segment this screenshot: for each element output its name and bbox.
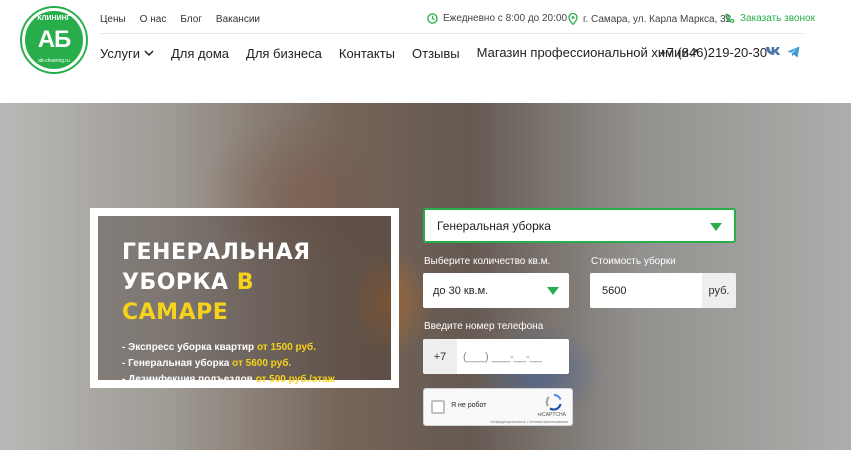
top-nav-blog[interactable]: Блог	[180, 14, 202, 25]
promo-item-text: - Генеральная уборка	[122, 358, 233, 369]
area-select[interactable]: до 30 кв.м.	[423, 273, 569, 308]
nav-services-label: Услуги	[100, 45, 140, 61]
site-logo[interactable]: КЛИНИНГ АБ ab-cleaning.ru	[22, 8, 86, 72]
promo-item-text: - Дезинфекция подъездов	[122, 374, 256, 385]
promo-item-price: от 500 руб./этаж	[255, 374, 335, 385]
recaptcha-icon	[545, 393, 562, 411]
top-nav-prices[interactable]: Цены	[100, 14, 126, 25]
callback-text: Заказать звонок	[740, 13, 815, 24]
promo-item-text: - Экспресс уборка квартир	[122, 342, 257, 353]
area-label: Выберите количество кв.м.	[424, 256, 551, 267]
vk-link[interactable]	[765, 46, 781, 56]
dropdown-arrow-icon	[710, 223, 722, 231]
hero-banner: ГЕНЕРАЛЬНАЯ УБОРКА В САМАРЕ - Экспресс у…	[0, 103, 851, 450]
address-text: г. Самара, ул. Карла Маркса, 32	[583, 13, 732, 25]
promo-box: ГЕНЕРАЛЬНАЯ УБОРКА В САМАРЕ - Экспресс у…	[90, 208, 399, 388]
recaptcha-brand: reCAPTCHA	[537, 412, 566, 418]
recaptcha-label: Я не робот	[451, 402, 487, 409]
map-pin-icon	[568, 13, 578, 25]
promo-list: - Экспресс уборка квартир от 1500 руб. -…	[122, 340, 367, 388]
promo-item: - Экспресс уборка квартир от 1500 руб.	[122, 340, 367, 356]
phone-placeholder: (___) ___-__-__	[463, 350, 542, 363]
promo-title-line1: ГЕНЕРАЛЬНАЯ	[122, 240, 311, 265]
cost-label: Стоимость уборки	[591, 256, 676, 267]
site-header: КЛИНИНГ АБ ab-cleaning.ru Цены О нас Бло…	[0, 0, 851, 103]
nav-contacts[interactable]: Контакты	[339, 46, 395, 61]
top-nav: Цены О нас Блог Вакансии	[100, 14, 260, 25]
recaptcha-checkbox[interactable]	[431, 400, 445, 414]
phone-label: Введите номер телефона	[424, 321, 544, 332]
nav-reviews[interactable]: Отзывы	[412, 46, 460, 61]
header-phone[interactable]: +7 (846)219-20-30	[659, 45, 767, 60]
working-hours: Ежедневно с 8:00 до 20:00	[427, 13, 567, 24]
service-select[interactable]: Генеральная уборка	[423, 208, 736, 243]
logo-arc-bottom-text: ab-cleaning.ru	[38, 58, 70, 64]
top-nav-vacancies[interactable]: Вакансии	[216, 14, 260, 25]
logo-arc-top-text: КЛИНИНГ	[37, 15, 71, 22]
vk-icon	[766, 47, 780, 55]
callback-link[interactable]: Заказать звонок	[724, 13, 815, 24]
promo-title-line2: УБОРКА В САМАРЕ	[122, 268, 367, 328]
telegram-icon	[787, 46, 800, 58]
phone-icon	[725, 13, 735, 23]
cost-unit: руб.	[702, 273, 736, 308]
phone-prefix: +7	[423, 339, 457, 374]
main-nav: Услуги Для дома Для бизнеса Контакты Отз…	[100, 45, 717, 61]
promo-item: - Генеральная уборка от 5600 руб.	[122, 356, 367, 372]
cost-value: 5600	[602, 284, 627, 297]
area-select-value: до 30 кв.м.	[433, 284, 489, 297]
recaptcha-footer[interactable]: Конфиденциальность • Условия использован…	[490, 420, 568, 424]
clock-icon	[427, 13, 438, 24]
promo-item: - Дезинфекция подъездов от 500 руб./этаж	[122, 372, 367, 388]
service-select-value: Генеральная уборка	[437, 218, 551, 233]
working-hours-text: Ежедневно с 8:00 до 20:00	[443, 13, 568, 24]
logo-main-text: АБ	[37, 26, 72, 53]
promo-title-word: УБОРКА	[122, 270, 229, 295]
phone-input[interactable]: +7 (___) ___-__-__	[423, 339, 569, 374]
nav-home[interactable]: Для дома	[171, 46, 229, 61]
dropdown-arrow-icon	[547, 287, 559, 295]
chevron-down-icon	[144, 49, 154, 56]
promo-item-price: от 1500 руб.	[256, 342, 316, 353]
cost-field: 5600 руб.	[590, 273, 736, 308]
address: г. Самара, ул. Карла Маркса, 32	[568, 13, 731, 25]
header-divider	[100, 33, 803, 34]
nav-services[interactable]: Услуги	[100, 46, 154, 61]
telegram-link[interactable]	[787, 46, 800, 58]
recaptcha-widget: Я не робот reCAPTCHA Конфиденциальность …	[423, 388, 573, 426]
nav-business[interactable]: Для бизнеса	[246, 46, 322, 61]
promo-item-price: от 5600 руб.	[232, 358, 292, 369]
promo-title: ГЕНЕРАЛЬНАЯ УБОРКА В САМАРЕ	[122, 238, 367, 328]
top-nav-about[interactable]: О нас	[140, 14, 167, 25]
